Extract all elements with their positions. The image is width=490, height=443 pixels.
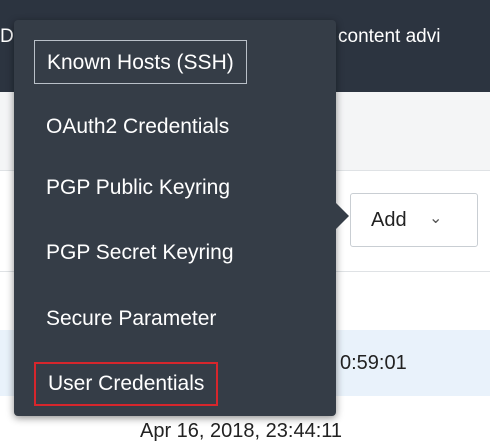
menu-pointer-arrow (336, 203, 349, 229)
row-timestamp: 0:59:01 (340, 352, 407, 374)
add-dropdown-menu: Known Hosts (SSH) OAuth2 Credentials PGP… (14, 20, 336, 416)
menu-item-oauth2-credentials[interactable]: OAuth2 Credentials (34, 105, 241, 149)
menu-item-secure-parameter[interactable]: Secure Parameter (34, 297, 228, 341)
row-timestamp-next: Apr 16, 2018, 23:44:11 (140, 420, 343, 442)
add-button-label: Add (371, 209, 407, 231)
add-button[interactable]: Add ⌄ (350, 193, 478, 247)
header-text-fragment: D (0, 26, 14, 47)
menu-item-pgp-secret-keyring[interactable]: PGP Secret Keyring (34, 231, 246, 275)
header-text: content advi (338, 26, 441, 47)
menu-item-pgp-public-keyring[interactable]: PGP Public Keyring (34, 166, 242, 210)
menu-item-known-hosts[interactable]: Known Hosts (SSH) (34, 40, 247, 84)
menu-item-user-credentials[interactable]: User Credentials (34, 362, 219, 406)
chevron-down-icon: ⌄ (429, 210, 443, 227)
